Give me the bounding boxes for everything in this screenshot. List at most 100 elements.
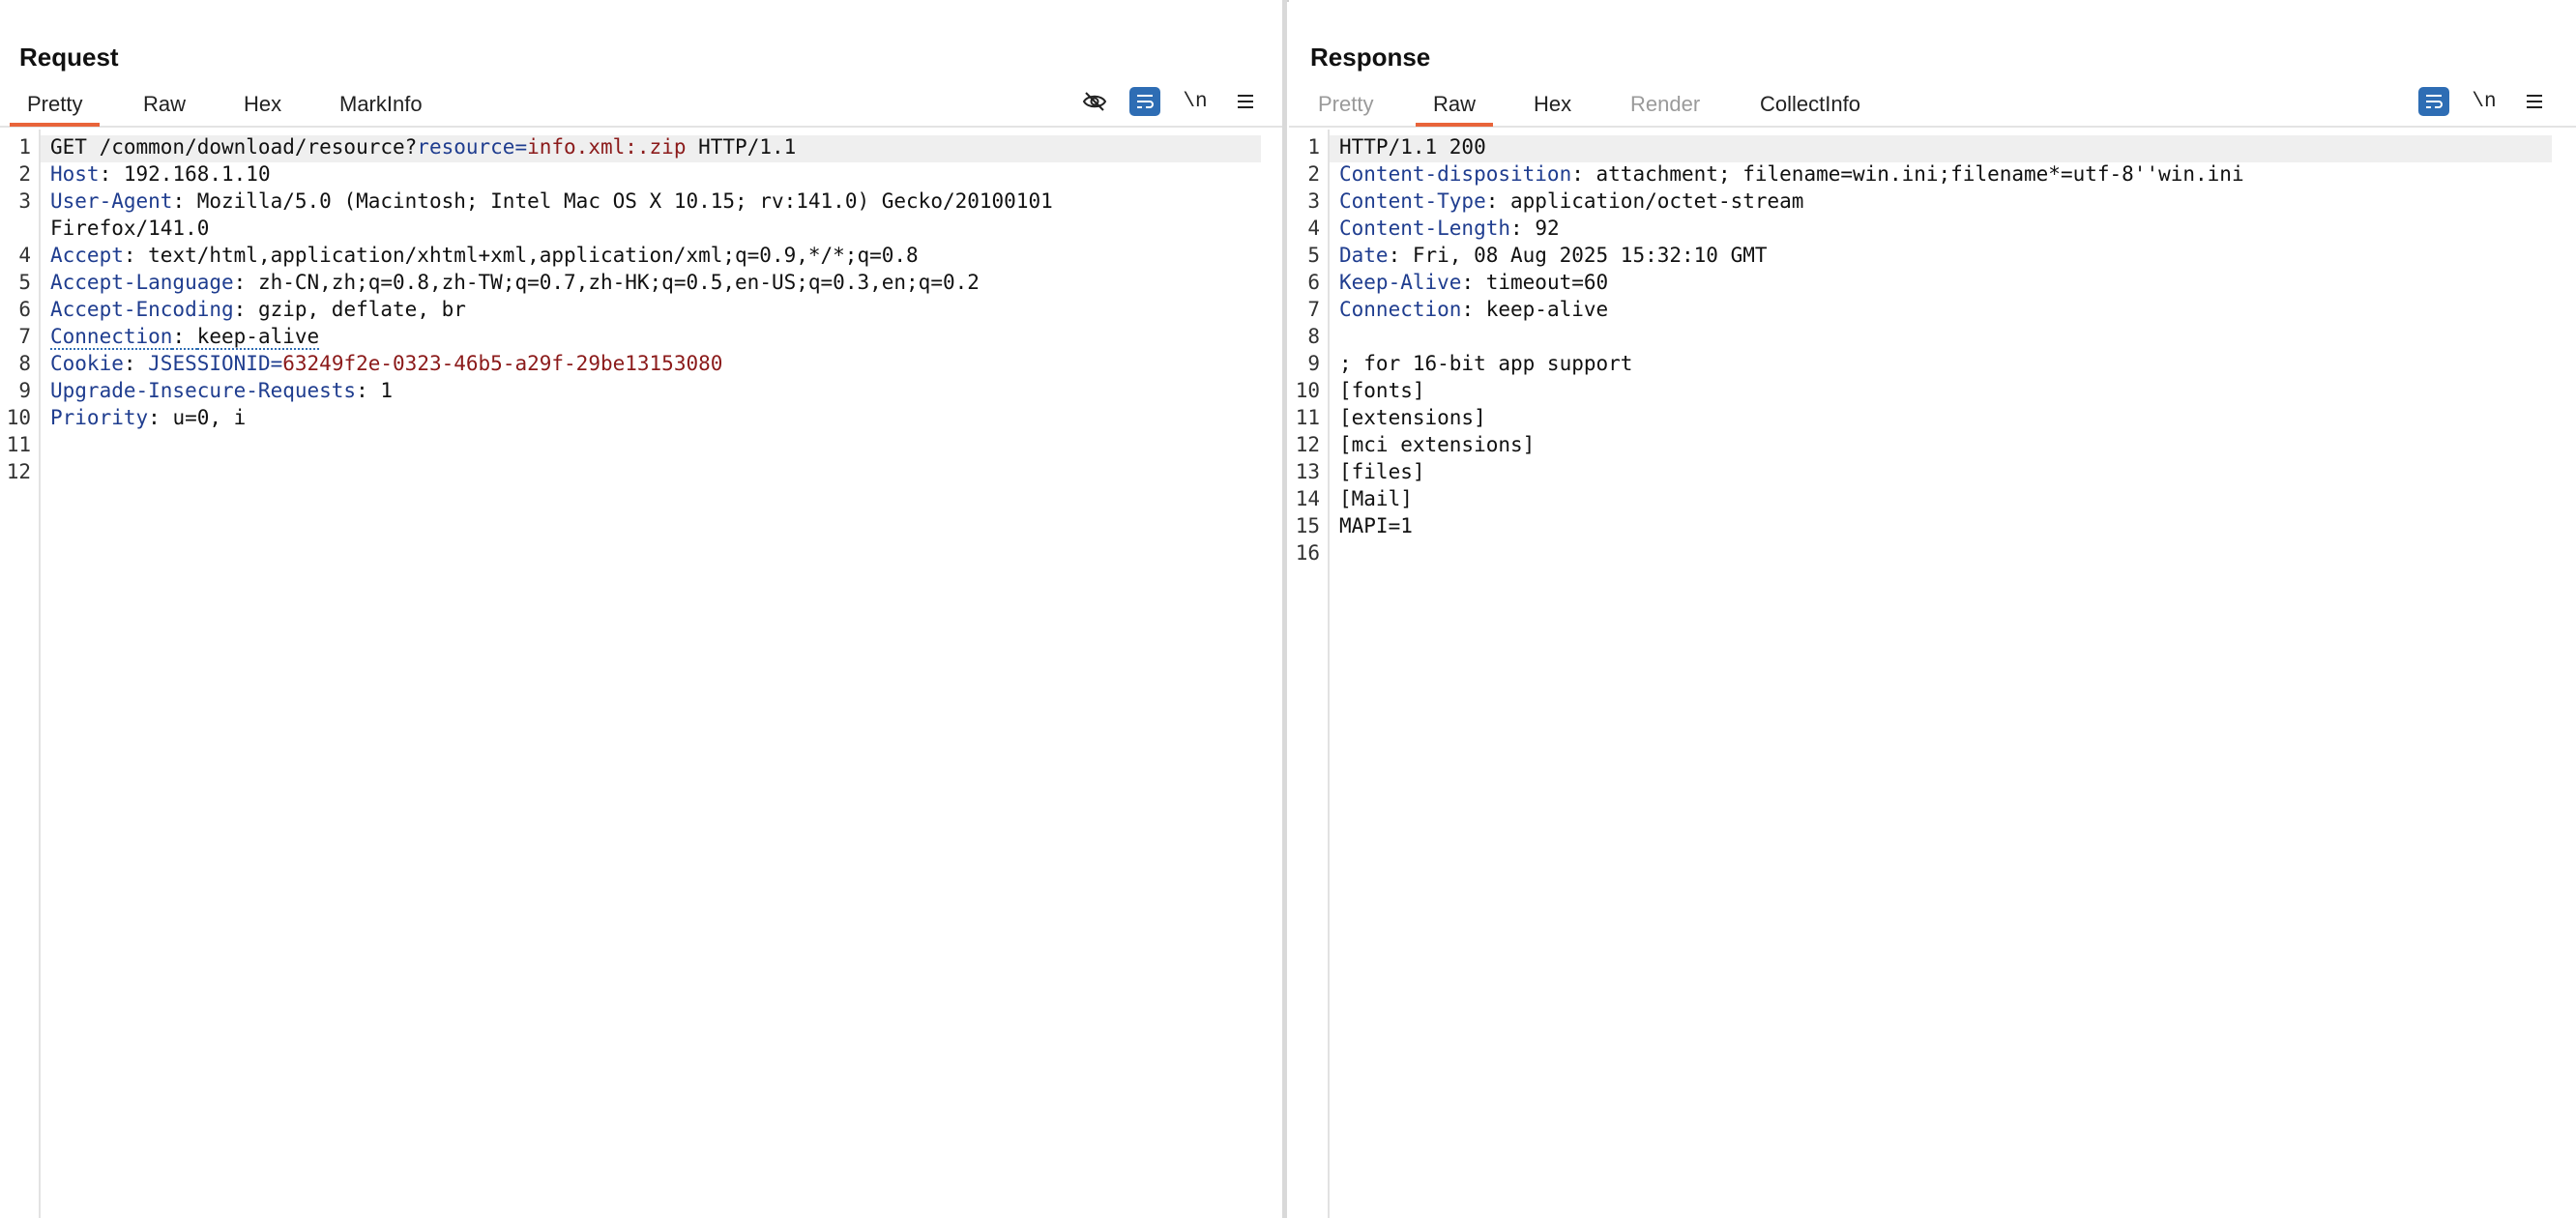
header-value: keep-alive: [196, 325, 320, 350]
response-editor[interactable]: 1 HTTP/1.1 200 2 Content-disposition: attac…: [1289, 130, 2576, 1218]
header-name: Connection: [1339, 298, 1462, 321]
cookie-equals: =: [270, 352, 283, 375]
header-separator: :: [123, 244, 149, 267]
line-number: 11: [6, 433, 31, 456]
line-number: 15: [1295, 514, 1320, 537]
code-line: Content-Type: application/octet-stream: [1339, 189, 1803, 213]
line-number: 1: [1307, 135, 1320, 159]
header-value: 1: [380, 379, 394, 402]
header-separator: :: [1485, 189, 1511, 213]
header-value: application/octet-stream: [1510, 189, 1804, 213]
code-line: Accept: text/html,application/xhtml+xml,…: [50, 244, 919, 267]
body-text: [files]: [1339, 460, 1425, 483]
http-version: HTTP/1.1: [686, 135, 797, 159]
header-value: 92: [1535, 217, 1560, 240]
line-number: 3: [1307, 189, 1320, 213]
line-number: 4: [1307, 217, 1320, 240]
header-value: timeout=60: [1485, 271, 1609, 294]
wrap-lines-icon[interactable]: [1129, 87, 1160, 116]
code-line: [mci extensions]: [1339, 433, 1535, 456]
line-number: 6: [18, 298, 31, 321]
code-line: Priority: u=0, i: [50, 406, 246, 429]
header-name: Accept-Encoding: [50, 298, 234, 321]
hamburger-menu-icon[interactable]: [2519, 87, 2550, 116]
header-name: Cookie: [50, 352, 124, 375]
header-name: Content-Type: [1339, 189, 1486, 213]
header-separator: :: [1510, 217, 1536, 240]
header-name: Accept: [50, 244, 124, 267]
request-title: Request: [19, 43, 119, 72]
line-number: 13: [1295, 460, 1320, 483]
body-text: ; for 16-bit app support: [1339, 352, 1633, 375]
tab-response-collectinfo[interactable]: CollectInfo: [1760, 85, 1860, 124]
code-line: [files]: [1339, 460, 1425, 483]
header-name: Host: [50, 162, 100, 186]
cookie-name: JSESSIONID: [148, 352, 271, 375]
eye-slash-icon[interactable]: [1079, 87, 1110, 116]
tab-response-render[interactable]: Render: [1630, 85, 1700, 124]
query-param-value: info.xml:.zip: [527, 135, 687, 159]
newline-toggle[interactable]: \n: [1180, 87, 1211, 116]
code-line: Connection: keep-alive: [50, 325, 320, 350]
line-number: 12: [6, 460, 31, 483]
tab-response-hex[interactable]: Hex: [1534, 85, 1571, 124]
header-separator: :: [1461, 298, 1486, 321]
code-line: [fonts]: [1339, 379, 1425, 402]
line-number: 7: [18, 325, 31, 348]
code-line: Accept-Language: zh-CN,zh;q=0.8,zh-TW;q=…: [50, 271, 980, 294]
code-line: GET /common/download/resource?resource=i…: [50, 135, 796, 159]
response-tabs: Pretty Raw Hex Render CollectInfo: [1289, 85, 2576, 128]
code-line: Content-Length: 92: [1339, 217, 1560, 240]
header-separator: :: [356, 379, 381, 402]
line-number: 16: [1295, 541, 1320, 565]
body-text: HTTP/1.1 200: [1339, 135, 1486, 159]
tab-request-markinfo[interactable]: MarkInfo: [339, 85, 423, 124]
line-number: 10: [1295, 379, 1320, 402]
header-value: gzip, deflate, br: [257, 298, 466, 321]
newline-toggle[interactable]: \n: [2469, 87, 2500, 116]
line-number: 8: [1307, 325, 1320, 348]
tab-request-pretty[interactable]: Pretty: [9, 85, 102, 127]
header-name: Connection: [50, 325, 173, 350]
tab-response-pretty[interactable]: Pretty: [1318, 85, 1373, 124]
code-line: MAPI=1: [1339, 514, 1413, 537]
header-value: u=0, i: [172, 406, 247, 429]
request-editor[interactable]: 1 GET /common/download/resource?resource=…: [0, 130, 1282, 1218]
code-line: Cookie: JSESSIONID=63249f2e-0323-46b5-a2…: [50, 352, 722, 375]
line-number: 2: [18, 162, 31, 186]
tab-request-raw[interactable]: Raw: [143, 85, 186, 124]
tab-response-raw[interactable]: Raw: [1415, 85, 1494, 127]
line-number: 3: [18, 189, 31, 213]
hamburger-menu-icon[interactable]: [1230, 87, 1261, 116]
request-pane: Request Pretty Raw Hex MarkInfo \n 1 GET …: [0, 0, 1282, 1218]
body-text: MAPI=1: [1339, 514, 1413, 537]
header-separator: :: [1461, 271, 1486, 294]
line-number: 1: [18, 135, 31, 159]
header-name: Content-disposition: [1339, 162, 1572, 186]
code-line: Keep-Alive: timeout=60: [1339, 271, 1608, 294]
pane-divider[interactable]: [1282, 0, 1287, 1218]
body-text: [mci extensions]: [1339, 433, 1536, 456]
body-text: [extensions]: [1339, 406, 1486, 429]
line-number: 9: [18, 379, 31, 402]
current-line-highlight: [1330, 135, 2552, 162]
code-line: [Mail]: [1339, 487, 1413, 510]
code-line: Connection: keep-alive: [1339, 298, 1608, 321]
line-number: 5: [1307, 244, 1320, 267]
wrapped-line-continuation: Firefox/141.0: [50, 217, 210, 240]
line-number: 5: [18, 271, 31, 294]
body-text: [fonts]: [1339, 379, 1425, 402]
code-line: Accept-Encoding: gzip, deflate, br: [50, 298, 466, 321]
wrap-lines-icon[interactable]: [2418, 87, 2449, 116]
line-number: 7: [1307, 298, 1320, 321]
header-value: text/html,application/xhtml+xml,applicat…: [148, 244, 919, 267]
query-param-name: resource: [417, 135, 515, 159]
tab-request-hex[interactable]: Hex: [244, 85, 281, 124]
code-line: [extensions]: [1339, 406, 1486, 429]
code-line: Content-disposition: attachment; filenam…: [1339, 162, 2244, 186]
header-value: 192.168.1.10: [123, 162, 271, 186]
cookie-value: 63249f2e-0323-46b5-a29f-29be13153080: [282, 352, 723, 375]
header-separator: :: [99, 162, 124, 186]
header-separator: :: [123, 352, 149, 375]
line-number: 4: [18, 244, 31, 267]
